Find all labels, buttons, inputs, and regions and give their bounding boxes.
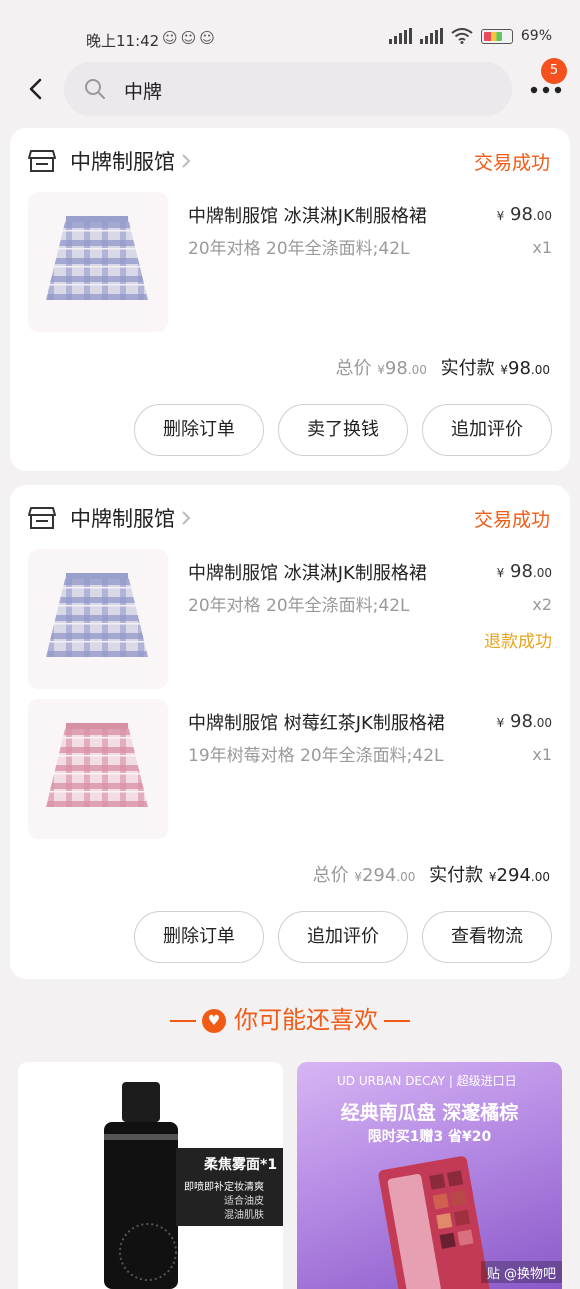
paid-integer: 98 [508,358,531,379]
recommend-title-text: 你可能还喜欢 [234,1006,378,1034]
shop-icon [28,150,56,172]
product-spec: 20年对格 20年全涤面料;42L [188,596,410,616]
price-decimal: .00 [532,566,552,580]
promo-headline: 经典南瓜盘 深邃橘棕 [340,1102,519,1124]
spray-bottle-image [104,1082,178,1289]
wifi-icon [451,28,473,44]
price-decimal: .00 [532,716,552,730]
order-totals: 总价 ¥98.00 实付款 ¥98.00 [336,354,550,380]
currency-symbol: ¥ [496,566,505,580]
total-decimal: .00 [407,363,427,377]
order-status: 交易成功 [473,509,550,531]
product-quantity: x1 [532,238,552,257]
shop-icon [28,507,56,529]
product-price: ¥ 98.00 [497,204,552,225]
product-title[interactable]: 中牌制服馆 树莓红茶JK制服格裙 [188,709,478,735]
product-quantity: x1 [532,745,552,764]
shop-header[interactable]: 中牌制服馆 [28,146,191,176]
product-title[interactable]: 中牌制服馆 冰淇淋JK制服格裙 [188,202,478,228]
recommend-title: ♥ 你可能还喜欢 [0,1000,580,1035]
plaid-skirt-image [46,216,148,300]
product-spec: 20年对格 20年全涤面料;42L [188,239,410,259]
pink-plaid-skirt-image [46,723,148,807]
shop-name: 中牌制服馆 [70,150,175,174]
battery-level: 69% [520,28,552,44]
product-price: ¥ 98.00 [497,561,552,582]
total-integer: 98 [384,358,408,379]
delete-order-button[interactable]: 删除订单 [134,404,264,456]
promo-subline: 限时买1赠3 省¥20 [367,1129,492,1145]
notification-icons: ☺☺☺ [162,29,218,47]
watermark: 贴 @换物吧 [480,1261,562,1283]
price-integer: 98 [510,561,533,582]
paid-label: 实付款 [440,358,495,379]
total-label: 总价 [335,358,372,379]
product-quantity: x2 [532,595,552,614]
product-image[interactable] [28,549,168,689]
total-symbol: ¥ [377,363,385,377]
recommend-product-card[interactable]: UD URBAN DECAY | 超级进口日 经典南瓜盘 深邃橘棕 限时买1赠3… [297,1062,562,1289]
product-image[interactable] [28,699,168,839]
search-query[interactable]: 中牌 [124,77,162,104]
search-bar[interactable]: 中牌 [64,62,512,116]
sell-for-cash-button[interactable]: 卖了换钱 [278,404,408,456]
chevron-right-icon [182,154,191,168]
promo-line: 即喷即补定妆清爽 [184,1182,264,1193]
paid-label: 实付款 [429,865,484,886]
heart-icon: ♥ [202,1009,226,1033]
price-integer: 98 [510,711,533,732]
battery-icon [480,28,513,44]
order-card: 中牌制服馆 交易成功 中牌制服馆 冰淇淋JK制服格裙 20年对格 20年全涤面料… [10,128,570,471]
back-arrow-icon[interactable] [22,74,52,104]
promo-line: 适合油皮 [224,1196,264,1207]
brand-line: UD URBAN DECAY | 超级进口日 [337,1074,517,1088]
price-integer: 98 [510,204,533,225]
total-integer: 294 [361,865,397,886]
status-right: 69% [388,28,552,44]
clock: 晚上11:42 [86,32,160,50]
search-icon [85,79,105,99]
plaid-skirt-image [46,573,148,657]
paid-decimal: .00 [530,870,550,884]
order-item[interactable]: 中牌制服馆 冰淇淋JK制服格裙 20年对格 20年全涤面料;42L ¥ 98.0… [28,549,552,689]
divider-line [384,1020,410,1022]
product-spec: 19年树莓对格 20年全涤面料;42L [188,746,444,766]
divider-line [170,1020,196,1022]
product-title[interactable]: 中牌制服馆 冰淇淋JK制服格裙 [188,559,478,585]
paid-decimal: .00 [530,363,550,377]
product-price: ¥ 98.00 [497,711,552,732]
price-decimal: .00 [532,209,552,223]
currency-symbol: ¥ [496,209,505,223]
paid-symbol: ¥ [500,363,508,377]
add-review-button[interactable]: 追加评价 [278,911,408,963]
chevron-right-icon [182,511,191,525]
order-totals: 总价 ¥294.00 实付款 ¥294.00 [313,861,550,887]
refund-status[interactable]: 退款成功 [484,627,552,652]
order-status: 交易成功 [473,152,550,174]
currency-symbol: ¥ [496,716,505,730]
total-decimal: .00 [396,870,416,884]
order-item[interactable]: 中牌制服馆 树莓红茶JK制服格裙 19年树莓对格 20年全涤面料;42L ¥ 9… [28,699,552,839]
signal-icon [388,28,412,44]
promo-line: 混油肌肤 [224,1210,264,1221]
add-review-button[interactable]: 追加评价 [422,404,552,456]
order-card: 中牌制服馆 交易成功 中牌制服馆 冰淇淋JK制服格裙 20年对格 20年全涤面料… [10,485,570,979]
paid-symbol: ¥ [488,870,497,884]
status-bar: 晚上11:42 ☺☺☺ 69% [0,0,580,56]
signal-icon-2 [419,28,443,44]
product-image[interactable] [28,192,168,332]
shop-header[interactable]: 中牌制服馆 [28,503,191,533]
total-symbol: ¥ [354,870,362,884]
total-label: 总价 [312,865,349,886]
order-item[interactable]: 中牌制服馆 冰淇淋JK制服格裙 20年对格 20年全涤面料;42L ¥ 98.0… [28,192,552,332]
recommend-product-card[interactable]: 柔焦雾面*1 即喷即补定妆清爽 适合油皮 混油肌肤 [18,1062,283,1289]
promo-label: 柔焦雾面*1 即喷即补定妆清爽 适合油皮 混油肌肤 [176,1148,283,1226]
promo-line: 柔焦雾面*1 [204,1157,278,1173]
view-logistics-button[interactable]: 查看物流 [422,911,552,963]
notification-badge: 5 [541,58,567,84]
eyeshadow-palette-image [378,1156,490,1289]
shop-name: 中牌制服馆 [70,507,175,531]
paid-integer: 294 [496,865,531,886]
delete-order-button[interactable]: 删除订单 [134,911,264,963]
